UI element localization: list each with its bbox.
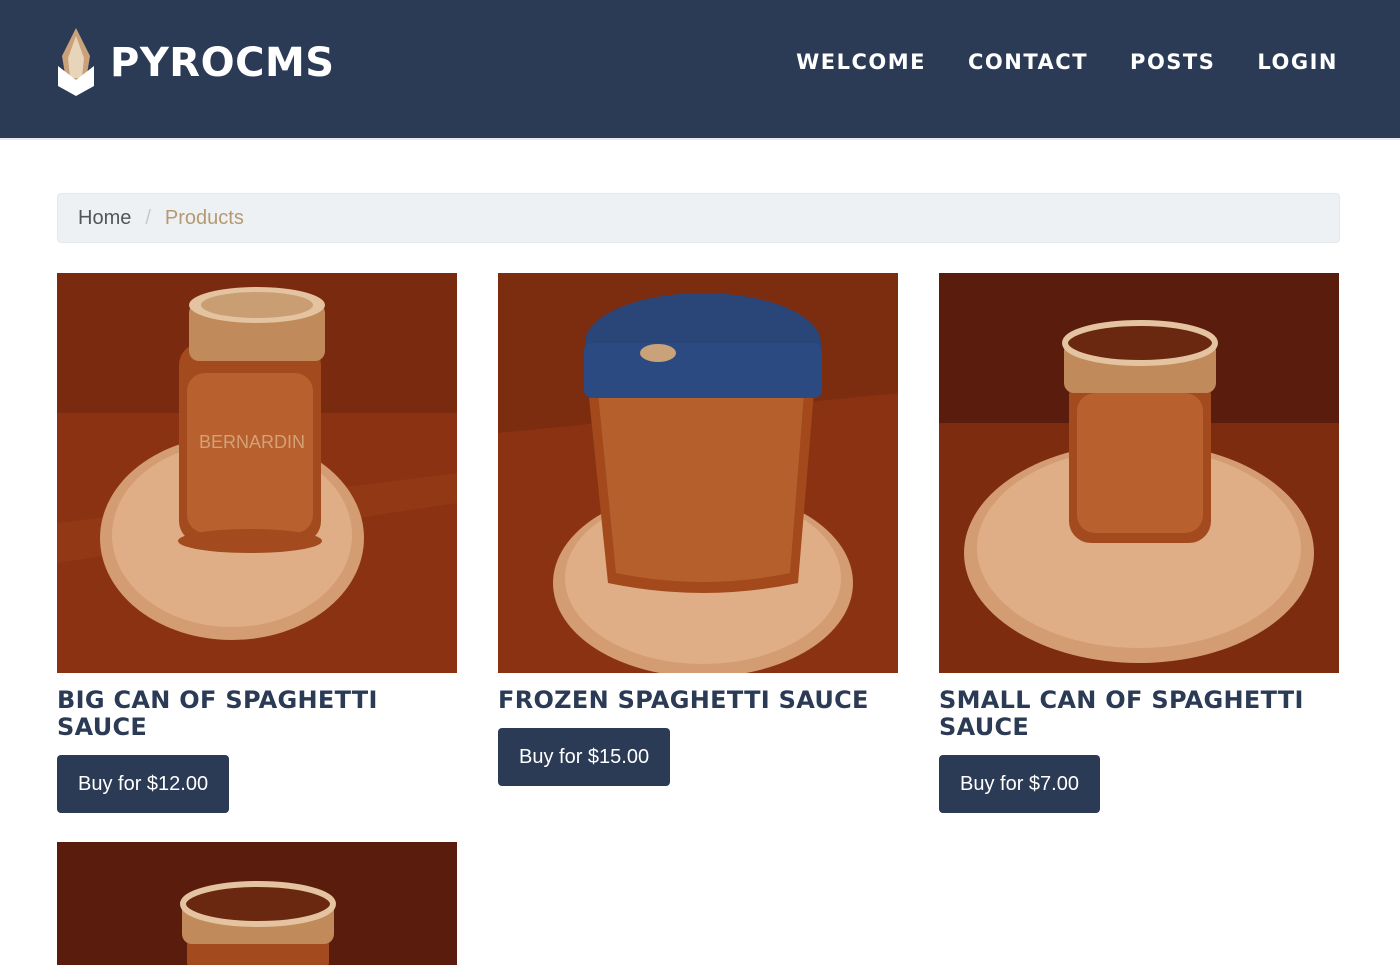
buy-button[interactable]: Buy for $7.00 (939, 755, 1100, 813)
product-image[interactable] (57, 842, 457, 965)
nav-posts[interactable]: POSTS (1130, 50, 1215, 74)
nav-welcome[interactable]: WELCOME (796, 50, 926, 74)
brand-name: PYROCMS (110, 40, 335, 86)
buy-button[interactable]: Buy for $15.00 (498, 728, 671, 786)
site-header: PYROCMS WELCOME CONTACT POSTS LOGIN (0, 0, 1400, 140)
buy-button[interactable]: Buy for $12.00 (57, 755, 230, 813)
small-jar-image (57, 842, 457, 965)
container-image (498, 273, 898, 673)
small-jar-image (939, 273, 1339, 673)
product-card: SMALL CAN OF SPAGHETTI SAUCE Buy for $7.… (939, 273, 1339, 813)
svg-text:BERNARDIN: BERNARDIN (199, 432, 305, 452)
breadcrumb-home[interactable]: Home (78, 207, 131, 230)
product-title[interactable]: BIG CAN OF SPAGHETTI SAUCE (57, 687, 457, 741)
product-image[interactable] (939, 273, 1339, 673)
product-title[interactable]: SMALL CAN OF SPAGHETTI SAUCE (939, 687, 1339, 741)
product-card (57, 842, 457, 965)
jar-image: BERNARDIN (57, 273, 457, 673)
nav-contact[interactable]: CONTACT (968, 50, 1088, 74)
breadcrumb: Home / Products (57, 193, 1340, 243)
breadcrumb-current: Products (164, 206, 244, 229)
product-image[interactable]: BERNARDIN (57, 273, 457, 673)
site-logo[interactable]: PYROCMS (56, 28, 335, 98)
product-title[interactable]: FROZEN SPAGHETTI SAUCE (498, 687, 898, 714)
product-image[interactable] (498, 273, 898, 673)
product-card: BERNARDIN BIG CAN OF SPAGHETTI SAUCE Buy… (57, 273, 457, 813)
breadcrumb-separator: / (145, 206, 151, 229)
main-nav: WELCOME CONTACT POSTS LOGIN (754, 50, 1338, 74)
nav-login[interactable]: LOGIN (1257, 50, 1338, 74)
pyrocms-logo-icon (58, 28, 94, 96)
product-card: FROZEN SPAGHETTI SAUCE Buy for $15.00 (498, 273, 898, 786)
